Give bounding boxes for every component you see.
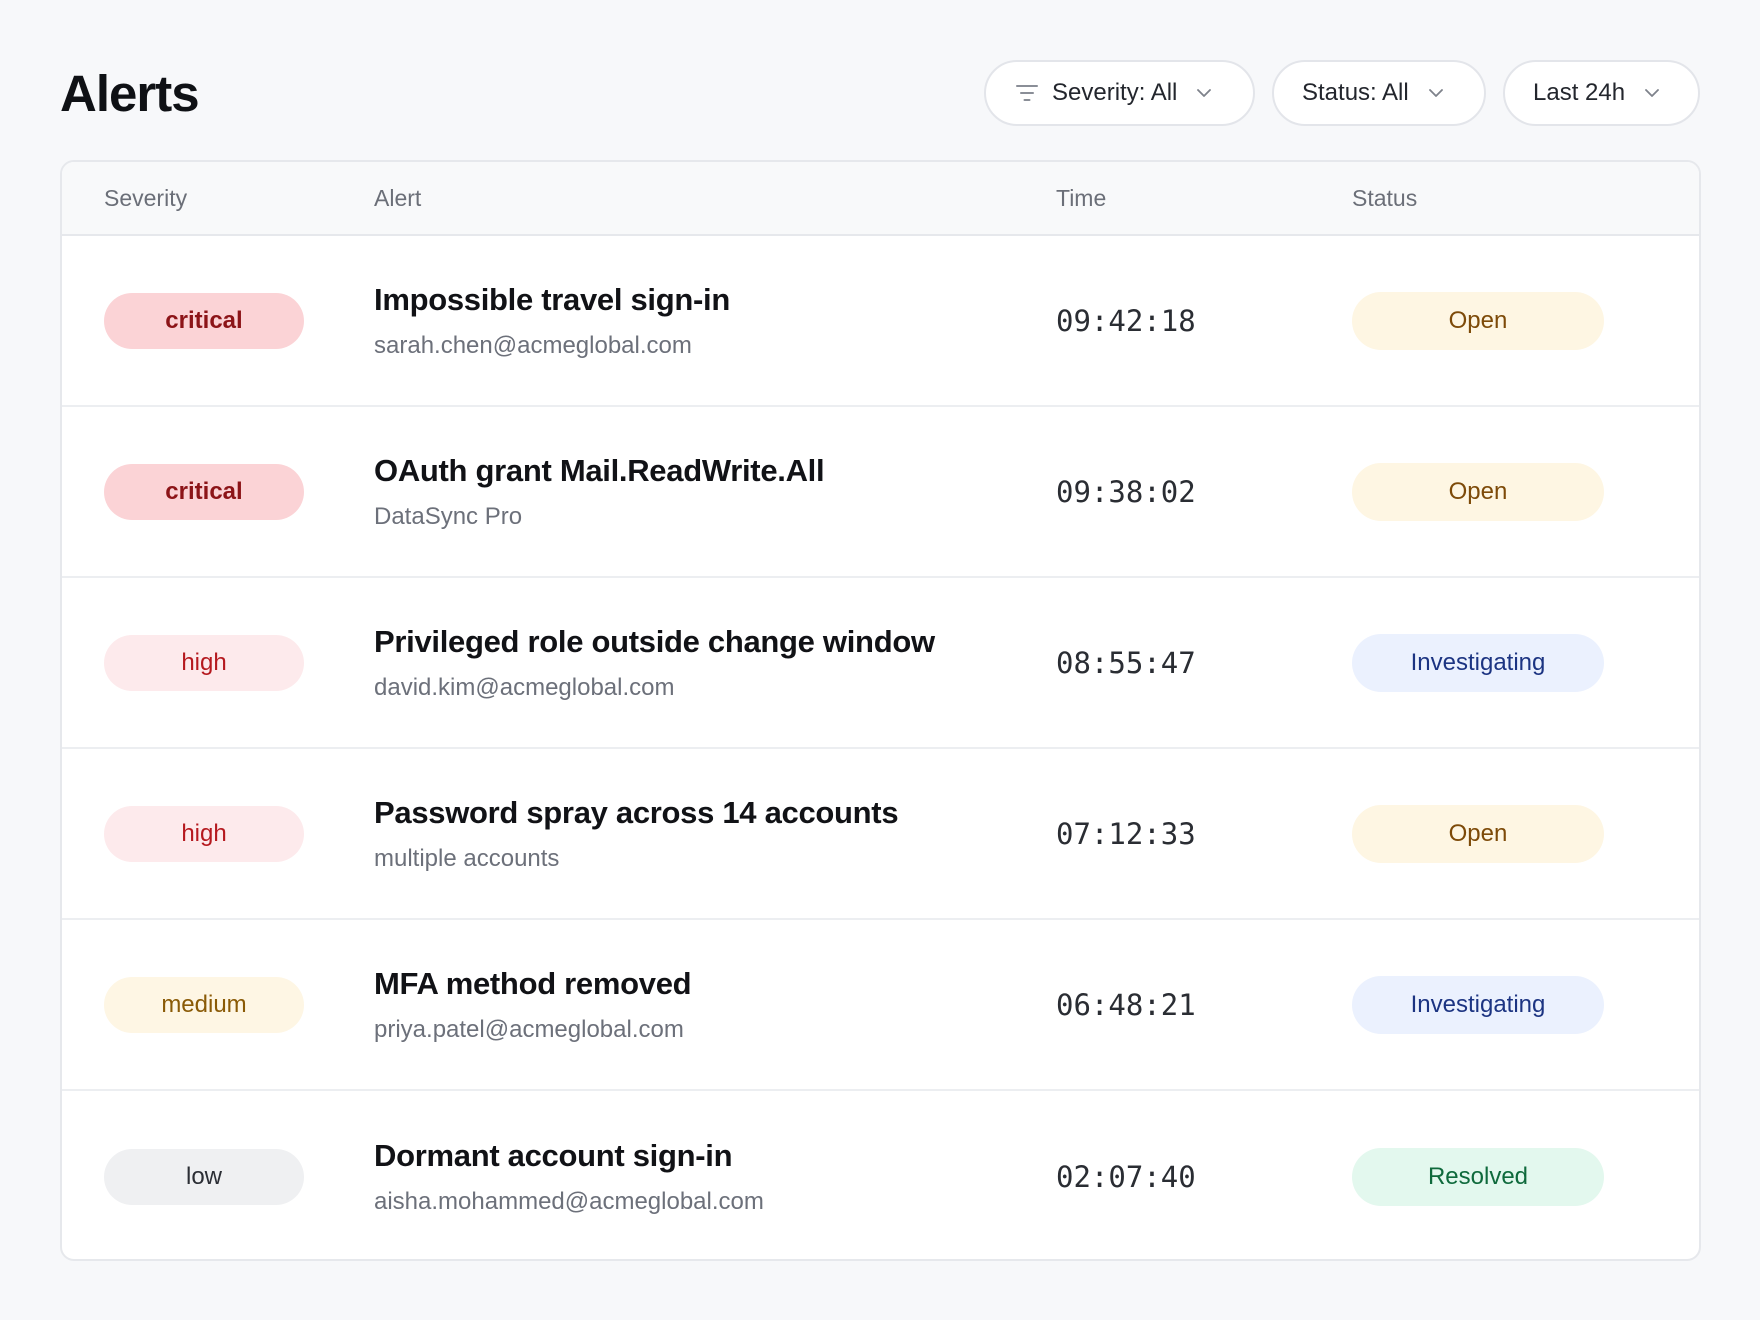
severity-badge: critical xyxy=(104,292,304,349)
alert-title[interactable]: Password spray across 14 accounts xyxy=(374,795,899,831)
status-filter-label: Status: All xyxy=(1302,79,1409,106)
status-cell: Open xyxy=(1352,236,1604,405)
alert-cell: Dormant account sign-in aisha.mohammed@a… xyxy=(374,1091,764,1259)
alert-subject: david.kim@acmeglobal.com xyxy=(374,673,675,701)
table-row[interactable]: high Privileged role outside change wind… xyxy=(62,578,1699,749)
alert-cell: Privileged role outside change window da… xyxy=(374,578,935,747)
alert-subject: aisha.mohammed@acmeglobal.com xyxy=(374,1187,764,1215)
column-header-alert[interactable]: Alert xyxy=(374,162,421,234)
status-cell: Resolved xyxy=(1352,1091,1604,1259)
chevron-down-icon xyxy=(1427,84,1445,102)
status-badge[interactable]: Open xyxy=(1352,291,1604,350)
time-cell: 06:48:21 xyxy=(1056,920,1196,1089)
column-header-status[interactable]: Status xyxy=(1352,162,1417,234)
status-badge[interactable]: Open xyxy=(1352,804,1604,863)
severity-filter-label: Severity: All xyxy=(1052,79,1178,106)
alert-title[interactable]: MFA method removed xyxy=(374,966,692,1002)
table-row[interactable]: low Dormant account sign-in aisha.mohamm… xyxy=(62,1091,1699,1259)
table-row[interactable]: medium MFA method removed priya.patel@ac… xyxy=(62,920,1699,1091)
severity-cell: low xyxy=(104,1091,304,1259)
status-cell: Open xyxy=(1352,749,1604,918)
alert-time: 09:42:18 xyxy=(1056,303,1196,338)
alert-subject: DataSync Pro xyxy=(374,502,523,530)
page-title: Alerts xyxy=(60,64,200,122)
severity-cell: medium xyxy=(104,920,304,1089)
severity-cell: critical xyxy=(104,407,304,576)
alert-cell: OAuth grant Mail.ReadWrite.All DataSync … xyxy=(374,407,825,576)
alert-time: 06:48:21 xyxy=(1056,987,1196,1022)
alerts-table: Severity Alert Time Status critical Impo… xyxy=(60,160,1701,1261)
chevron-down-icon xyxy=(1643,84,1661,102)
time-cell: 09:38:02 xyxy=(1056,407,1196,576)
alert-cell: MFA method removed priya.patel@acmegloba… xyxy=(374,920,692,1089)
status-badge[interactable]: Open xyxy=(1352,462,1604,521)
alert-subject: sarah.chen@acmeglobal.com xyxy=(374,331,692,359)
column-header-time[interactable]: Time xyxy=(1056,162,1106,234)
severity-badge: medium xyxy=(104,976,304,1033)
severity-filter-button[interactable]: Severity: All xyxy=(984,60,1255,126)
time-cell: 07:12:33 xyxy=(1056,749,1196,918)
time-cell: 02:07:40 xyxy=(1056,1091,1196,1259)
alert-title[interactable]: OAuth grant Mail.ReadWrite.All xyxy=(374,453,825,489)
filter-icon xyxy=(1014,80,1040,106)
severity-cell: critical xyxy=(104,236,304,405)
status-badge[interactable]: Investigating xyxy=(1352,633,1604,692)
status-badge[interactable]: Investigating xyxy=(1352,975,1604,1034)
chevron-down-icon xyxy=(1195,84,1213,102)
status-badge[interactable]: Resolved xyxy=(1352,1147,1604,1206)
severity-badge: high xyxy=(104,634,304,691)
alert-cell: Impossible travel sign-in sarah.chen@acm… xyxy=(374,236,730,405)
page-header: Alerts Severity: All Status: All Last 24… xyxy=(60,60,1700,126)
filter-bar: Severity: All Status: All Last 24h xyxy=(984,60,1700,126)
severity-badge: low xyxy=(104,1148,304,1205)
table-row[interactable]: critical OAuth grant Mail.ReadWrite.All … xyxy=(62,407,1699,578)
alert-subject: multiple accounts xyxy=(374,844,560,872)
time-cell: 09:42:18 xyxy=(1056,236,1196,405)
severity-badge: high xyxy=(104,805,304,862)
time-range-filter-label: Last 24h xyxy=(1533,79,1626,106)
alert-title[interactable]: Impossible travel sign-in xyxy=(374,282,730,318)
alert-time: 07:12:33 xyxy=(1056,816,1196,851)
time-cell: 08:55:47 xyxy=(1056,578,1196,747)
column-header-severity[interactable]: Severity xyxy=(104,162,187,234)
table-row[interactable]: high Password spray across 14 accounts m… xyxy=(62,749,1699,920)
time-range-filter-button[interactable]: Last 24h xyxy=(1503,60,1700,126)
alert-cell: Password spray across 14 accounts multip… xyxy=(374,749,899,918)
alert-title[interactable]: Dormant account sign-in xyxy=(374,1138,733,1174)
alert-time: 08:55:47 xyxy=(1056,645,1196,680)
status-filter-button[interactable]: Status: All xyxy=(1272,60,1486,126)
table-row[interactable]: critical Impossible travel sign-in sarah… xyxy=(62,236,1699,407)
alert-title[interactable]: Privileged role outside change window xyxy=(374,624,935,660)
status-cell: Investigating xyxy=(1352,578,1604,747)
alert-time: 09:38:02 xyxy=(1056,474,1196,509)
severity-cell: high xyxy=(104,749,304,918)
alert-time: 02:07:40 xyxy=(1056,1159,1196,1194)
severity-badge: critical xyxy=(104,463,304,520)
table-header: Severity Alert Time Status xyxy=(62,162,1699,236)
status-cell: Open xyxy=(1352,407,1604,576)
severity-cell: high xyxy=(104,578,304,747)
alert-subject: priya.patel@acmeglobal.com xyxy=(374,1015,684,1043)
status-cell: Investigating xyxy=(1352,920,1604,1089)
